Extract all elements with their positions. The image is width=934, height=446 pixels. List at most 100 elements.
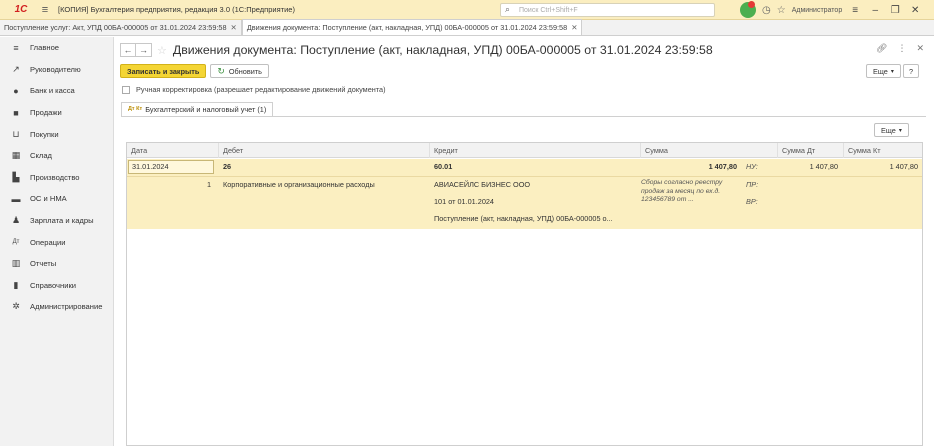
sidebar-item-fixed-assets[interactable]: ▬ ОС и НМА (0, 188, 113, 210)
table-header: Дата Дебет Кредит Сумма Сумма Дт Сумма К… (127, 143, 922, 158)
coins-icon: ● (13, 85, 19, 96)
back-button[interactable]: ← (120, 43, 136, 57)
page-title: Движения документа: Поступление (акт, на… (172, 43, 713, 57)
row-debit-account: 26 (223, 162, 232, 171)
settings-menu-icon[interactable]: ≡ (848, 5, 862, 16)
table-row[interactable]: 31.01.2024 26 60.01 1 407,80 НУ: 1 407,8… (127, 159, 922, 229)
tab-accounting-tax[interactable]: Дт Кт Бухгалтерский и налоговый учет (1) (121, 102, 274, 116)
refresh-button[interactable]: ↻ Обновить (210, 64, 269, 78)
sidebar-item-production[interactable]: ▙ Производство (0, 167, 113, 189)
command-bar: Записать и закрыть ↻ Обновить (120, 64, 269, 78)
sidebar-item-label: Справочники (30, 280, 77, 290)
person-icon: ♟ (11, 215, 21, 226)
more-label: Еще (881, 125, 896, 135)
sidebar-item-sales[interactable]: ■ Продажи (0, 102, 113, 124)
more-button[interactable]: Еще ▾ (866, 64, 901, 78)
col-date[interactable]: Дата (127, 143, 219, 158)
link-icon[interactable]: 🔗︎ (876, 43, 887, 54)
col-debit[interactable]: Дебет (219, 143, 430, 158)
history-icon[interactable]: ◷ (762, 5, 771, 16)
tab-label: Поступление услуг: Акт, УПД 00БА-000005 … (4, 23, 227, 32)
sidebar-item-manager[interactable]: ↗ Руководителю (0, 59, 113, 81)
app-titlebar: 1С ≡ [КОПИЯ] Бухгалтерия предприятия, ре… (0, 0, 934, 20)
shopping-bag-icon: ■ (13, 107, 19, 118)
sidebar-item-bank[interactable]: ● Банк и касса (0, 80, 113, 102)
sidebar-item-label: Зарплата и кадры (30, 216, 94, 226)
sidebar-item-label: Отчеты (30, 259, 57, 269)
tab-document-receipt[interactable]: Поступление услуг: Акт, УПД 00БА-000005 … (0, 20, 242, 35)
save-and-close-button[interactable]: Записать и закрыть (120, 64, 207, 78)
manual-edit-checkbox-row[interactable]: Ручная корректировка (разрешает редактир… (122, 85, 386, 94)
row-credit-subconto-2: 101 от 01.01.2024 (434, 197, 494, 206)
dt-kt-icon: Дт (12, 239, 20, 246)
search-placeholder: Поиск Ctrl+Shift+F (519, 6, 578, 14)
chevron-down-icon: ▾ (898, 127, 902, 134)
row-amount: 1 407,80 (708, 162, 737, 171)
arrow-left-icon: ← (123, 45, 133, 55)
close-tab-icon[interactable]: ✕ (571, 23, 577, 32)
maximize-window-icon[interactable]: ❐ (888, 5, 902, 16)
minimize-window-icon[interactable]: – (868, 5, 882, 16)
open-windows-tabs: Поступление услуг: Акт, УПД 00БА-000005 … (0, 19, 934, 36)
sidebar-item-label: Покупки (30, 129, 59, 139)
forward-button[interactable]: → (136, 43, 152, 57)
app-title: [КОПИЯ] Бухгалтерия предприятия, редакци… (58, 5, 295, 14)
col-amount[interactable]: Сумма (641, 143, 778, 158)
sidebar-item-catalogs[interactable]: ▮ Справочники (0, 275, 113, 297)
sidebar-item-label: Производство (30, 172, 80, 182)
col-amount-dt[interactable]: Сумма Дт (778, 143, 844, 158)
more-label: Еще (873, 66, 888, 76)
sidebar-item-administration[interactable]: ✲ Администрирование (0, 296, 113, 318)
sidebar-item-warehouse[interactable]: ▦ Склад (0, 145, 113, 167)
help-button[interactable]: ? (903, 64, 919, 78)
close-form-icon[interactable]: ✕ (916, 43, 924, 54)
arrow-right-icon: → (139, 45, 148, 55)
sidebar-item-label: ОС и НМА (30, 194, 67, 204)
notifications-icon[interactable] (740, 1, 756, 18)
favorite-star-icon[interactable]: ☆ (157, 44, 167, 57)
favorites-star-icon[interactable]: ☆ (777, 5, 786, 16)
sidebar-item-label: Администрирование (30, 302, 103, 312)
warehouse-icon: ▦ (11, 150, 21, 161)
sidebar-item-main[interactable]: ≡ Главное (0, 37, 113, 59)
menu-icon: ≡ (13, 42, 19, 53)
main-menu-icon[interactable]: ≡ (38, 4, 52, 16)
movements-table[interactable]: Дата Дебет Кредит Сумма Сумма Дт Сумма К… (126, 142, 923, 446)
sidebar-item-label: Операции (30, 237, 66, 247)
titlebar-tools: ◷ ☆ Администратор ≡ – ❐ ✕ (740, 1, 922, 18)
close-window-icon[interactable]: ✕ (908, 5, 922, 16)
row-credit-subconto-1: АВИАСЕЙЛС БИЗНЕС ООО (434, 180, 531, 189)
row-credit-subconto-3: Поступление (акт, накладная, УПД) 00БА-0… (434, 214, 613, 223)
sidebar-item-label: Главное (30, 43, 60, 53)
gear-icon: ✲ (12, 301, 20, 312)
global-search-input[interactable]: ⌕ Поиск Ctrl+Shift+F (500, 3, 715, 17)
search-icon: ⌕ (505, 4, 511, 14)
tab-document-movements[interactable]: Движения документа: Поступление (акт, на… (241, 19, 583, 35)
table-more-button[interactable]: Еще ▾ (874, 123, 909, 137)
form-header: ← → ☆ Движения документа: Поступление (а… (120, 42, 713, 58)
chevron-down-icon: ▾ (890, 68, 894, 75)
sidebar-item-purchases[interactable]: ⊔ Покупки (0, 123, 113, 145)
col-credit[interactable]: Кредит (430, 143, 641, 158)
subtab-label: Бухгалтерский и налоговый учет (1) (145, 105, 267, 114)
sidebar-item-reports[interactable]: ▥ Отчеты (0, 253, 113, 275)
row-vr-label: ВР: (746, 197, 758, 206)
more-actions-icon[interactable]: ⋮ (897, 43, 906, 54)
sections-sidebar: ≡ Главное ↗ Руководителю ● Банк и касса ■ Пр… (0, 37, 114, 446)
col-amount-kt[interactable]: Сумма Кт (844, 143, 922, 158)
book-icon: ▮ (13, 279, 19, 290)
row-date[interactable]: 31.01.2024 (128, 160, 214, 174)
sidebar-item-label: Банк и касса (30, 86, 75, 96)
current-user[interactable]: Администратор (792, 7, 843, 14)
document-movements-form: ← → ☆ Движения документа: Поступление (а… (115, 37, 934, 446)
close-tab-icon[interactable]: ✕ (231, 23, 237, 32)
row-debit-subconto: Корпоративные и организационные расходы (223, 180, 375, 189)
sidebar-item-label: Руководителю (30, 64, 81, 74)
sidebar-item-payroll[interactable]: ♟ Зарплата и кадры (0, 210, 113, 232)
tab-label: Движения документа: Поступление (акт, на… (246, 23, 568, 32)
sidebar-item-operations[interactable]: Дт Операции (0, 231, 113, 253)
dt-kt-icon: Дт Кт (128, 106, 143, 112)
sidebar-item-label: Склад (30, 151, 52, 161)
app-logo: 1С (14, 4, 28, 15)
manual-edit-checkbox[interactable] (122, 85, 130, 94)
